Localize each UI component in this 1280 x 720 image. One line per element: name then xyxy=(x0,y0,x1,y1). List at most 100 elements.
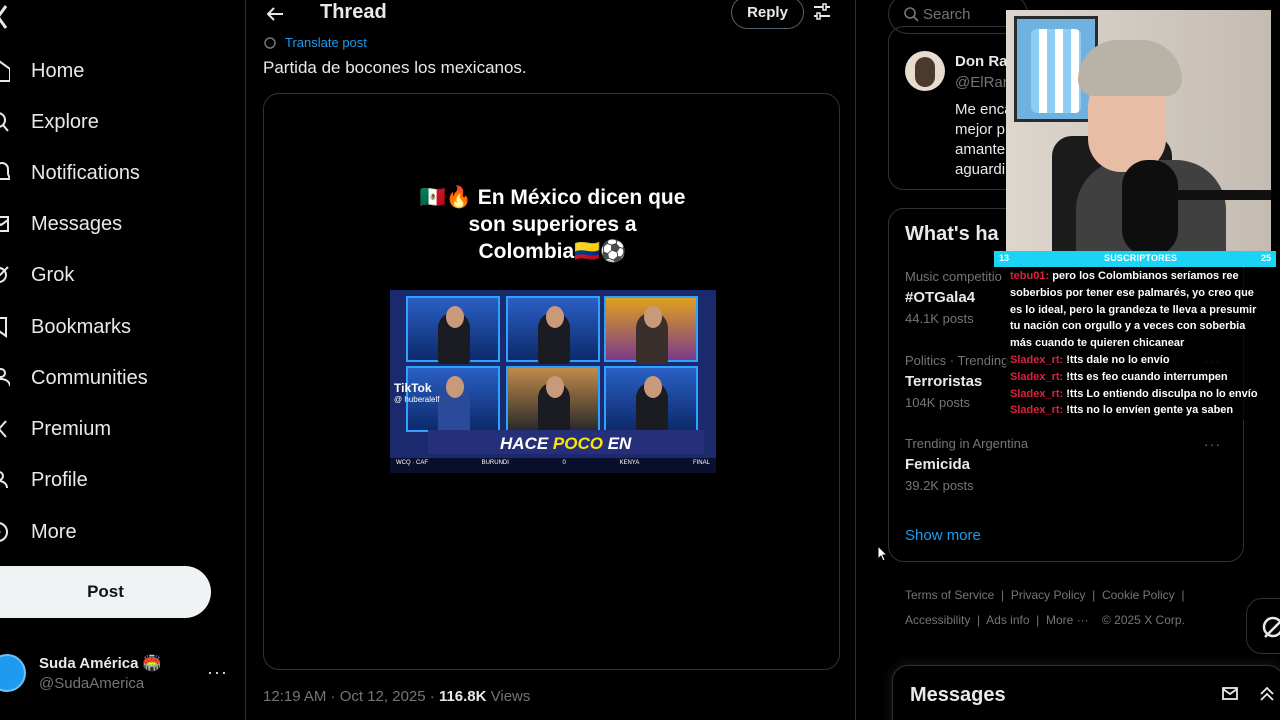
tiktok-label: TikTok xyxy=(394,381,432,395)
tweet-meta: 12:19 AM · Oct 12, 2025 · 116.8K Views xyxy=(263,688,530,705)
grok-fab-button[interactable] xyxy=(1246,598,1280,654)
account-more-icon[interactable]: ··· xyxy=(207,662,228,683)
chat-message: Sladex_rt: !tts es feo cuando interrumpe… xyxy=(1006,369,1280,386)
nav-bookmarks[interactable]: Bookmarks xyxy=(0,307,131,347)
streamer-webcam xyxy=(1006,10,1271,258)
chat-text: soberbios por tener ese palmarés, yo cre… xyxy=(1010,286,1254,299)
messages-drawer-title: Messages xyxy=(910,684,1006,706)
chat-text: más cuando te quieren chicanear xyxy=(1010,337,1185,350)
footer-link[interactable]: Terms of Service xyxy=(905,588,994,602)
nav-grok[interactable]: Grok xyxy=(0,255,74,295)
footer-link[interactable]: More ··· xyxy=(1046,613,1089,627)
author-name[interactable]: Don Ra xyxy=(955,53,1008,70)
sub-goal-target: 25 xyxy=(1260,253,1271,263)
ticker-team: BURUNDI xyxy=(481,460,509,466)
chat-message: Sladex_rt: !tts no lo envíen gente ya sa… xyxy=(1006,402,1280,419)
card-text: Me enca mejor p amante aguardi xyxy=(955,100,1013,180)
card-text-line: mejor p xyxy=(955,121,1006,138)
nav-messages[interactable]: Messages xyxy=(0,204,122,244)
nav-notifications-label: Notifications xyxy=(31,161,140,184)
tiktok-watermark: TikTok @ huberalelf xyxy=(394,382,439,406)
ticker-team: KENYA xyxy=(619,460,640,466)
nav-communities[interactable]: Communities xyxy=(0,358,148,398)
account-handle: @SudaAmerica xyxy=(39,675,145,692)
nav-profile[interactable]: Profile xyxy=(0,460,88,500)
video-caption: 🇲🇽🔥 En México dicen que son superiores a… xyxy=(264,184,839,265)
panelist-tile xyxy=(506,366,600,434)
chat-text: !tts no lo envíen gente ya saben xyxy=(1066,404,1234,417)
x-logo-icon[interactable] xyxy=(0,4,14,30)
translate-post-link[interactable]: Translate post xyxy=(263,35,367,50)
video-caption-line: 🇲🇽🔥 En México dicen que xyxy=(419,186,686,209)
trend-item[interactable]: Trending in Argentina Femicida 39.2K pos… xyxy=(905,436,1235,493)
post-button[interactable]: Post xyxy=(0,566,211,618)
more-circle-icon xyxy=(0,522,8,542)
poco-word: POCO xyxy=(552,434,603,453)
score-ticker-text: WCQ · CAF BURUNDI 0 KENYA FINAL xyxy=(396,460,710,466)
chat-text: tu nación con orgullo y a veces con sobe… xyxy=(1010,320,1246,333)
nav-notifications[interactable]: Notifications xyxy=(0,153,140,193)
reply-button[interactable]: Reply xyxy=(731,0,804,29)
nav-premium[interactable]: Premium xyxy=(0,409,111,449)
en-word: EN xyxy=(607,434,632,453)
nav-bookmarks-label: Bookmarks xyxy=(31,315,132,338)
bookmark-icon xyxy=(0,317,7,338)
chat-text: es lo ideal, pero la grandeza te lleva a… xyxy=(1010,303,1257,316)
nav-home-label: Home xyxy=(31,59,85,82)
tweet-text: Partida de bocones los mexicanos. xyxy=(263,58,527,77)
chat-message: soberbios por tener ese palmarés, yo cre… xyxy=(1006,285,1280,302)
nav-more[interactable]: More xyxy=(0,512,77,552)
tweet-video[interactable]: 🇲🇽🔥 En México dicen que son superiores a… xyxy=(263,93,840,670)
footer-link[interactable]: Privacy Policy xyxy=(1011,588,1086,602)
bell-icon xyxy=(0,162,10,180)
trend-more-icon[interactable]: ··· xyxy=(1204,436,1221,452)
account-name: Suda América 🏟️ xyxy=(39,655,162,672)
back-arrow-icon[interactable] xyxy=(263,2,287,26)
avatar[interactable] xyxy=(905,51,945,91)
nav-explore[interactable]: Explore xyxy=(0,102,99,142)
new-message-icon[interactable] xyxy=(1221,684,1241,704)
chat-message: tu nación con orgullo y a veces con sobe… xyxy=(1006,318,1280,335)
panelist-tile xyxy=(604,366,698,434)
panelist-tile xyxy=(604,296,698,364)
nav-home[interactable]: Home xyxy=(0,51,84,91)
footer-line: Terms of Service | Privacy Policy | Cook… xyxy=(905,588,1185,602)
home-icon xyxy=(0,60,10,82)
messages-drawer[interactable]: Messages xyxy=(892,665,1280,720)
page-title: Thread xyxy=(320,1,387,23)
chat-text: pero los Colombianos seríamos ree xyxy=(1052,270,1239,282)
trend-count: 39.2K posts xyxy=(905,478,974,493)
ticker-competition: WCQ · CAF xyxy=(396,460,428,466)
panelist-tile xyxy=(506,296,600,364)
sliders-icon[interactable] xyxy=(812,2,832,22)
chat-username: Sladex_rt: xyxy=(1010,370,1064,383)
footer-line: Accessibility | Ads info | More ··· © 20… xyxy=(905,613,1185,627)
nav-communities-label: Communities xyxy=(31,366,148,389)
account-switcher[interactable]: Suda América 🏟️ @SudaAmerica ··· xyxy=(0,652,234,700)
nav-messages-label: Messages xyxy=(31,212,123,235)
left-navigation: Home Explore Notifications Messages Grok… xyxy=(0,0,246,720)
views-count: 116.8K xyxy=(438,688,487,705)
trend-category: Trending in Argentina xyxy=(905,436,1029,451)
footer-link[interactable]: Accessibility xyxy=(905,613,970,627)
footer-link[interactable]: Ads info xyxy=(986,613,1029,627)
tweet-timestamp[interactable]: 12:19 AM · Oct 12, 2025 · xyxy=(263,688,439,705)
post-button-label: Post xyxy=(87,582,124,601)
chat-username: Sladex_rt: xyxy=(1010,404,1064,417)
app-root: Home Explore Notifications Messages Grok… xyxy=(0,0,1280,720)
views-label: Views xyxy=(486,688,531,705)
hace-poco-en-text: HACE POCO EN xyxy=(500,434,631,454)
video-frame: TikTok @ huberalelf HACE POCO EN WCQ · C… xyxy=(390,290,716,473)
card-text-line: aguardi xyxy=(955,161,1006,178)
nav-more-label: More xyxy=(31,520,77,543)
chat-username: tebu01: xyxy=(1010,270,1050,282)
chevron-up-icon[interactable] xyxy=(1257,684,1277,704)
show-more-link[interactable]: Show more xyxy=(905,527,981,544)
chat-message: Sladex_rt: !tts Lo entiendo disculpa no … xyxy=(1006,386,1280,403)
trend-name: Femicida xyxy=(905,456,971,473)
tiktok-handle: @ huberalelf xyxy=(394,395,440,404)
footer-link[interactable]: Cookie Policy xyxy=(1102,588,1175,602)
search-icon xyxy=(904,7,919,22)
microphone-icon xyxy=(1122,160,1178,256)
ticker-score: 0 xyxy=(562,460,566,466)
